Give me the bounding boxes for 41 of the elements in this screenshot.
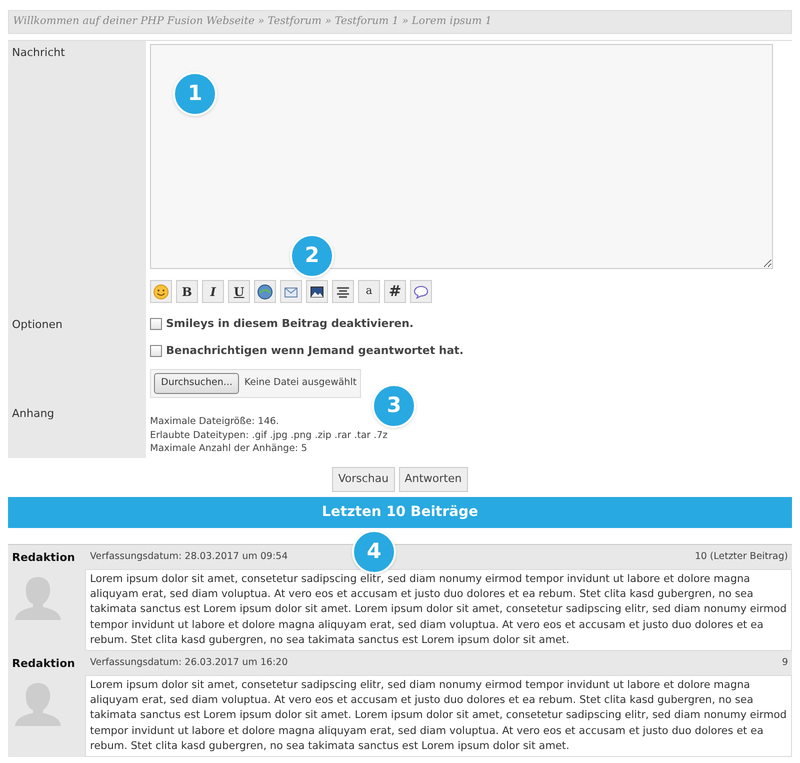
author-name[interactable]: Redaktion [12,550,85,566]
field-label: Anhang [12,406,54,422]
message-field[interactable] [150,44,773,269]
toolbar-button[interactable] [410,280,432,303]
toolbar-button[interactable]: B [176,280,198,303]
option-label: Benachrichtigen wenn Jemand geantwortet hat. [166,342,464,358]
toolbar-button[interactable] [306,280,328,303]
field-label: Optionen [12,317,62,333]
toolbar-button[interactable]: I [202,280,224,303]
number-marker: 4 [352,530,396,574]
post-date: Verfassungsdatum: 26.03.2017 um 16:20 [90,656,288,670]
file-input[interactable]: Durchsuchen... Keine Datei ausgewählt [150,369,361,398]
post-date: Verfassungsdatum: 28.03.2017 um 09:54 [90,550,288,564]
form-button[interactable]: Antworten [398,467,468,492]
toolbar-button[interactable]: # [384,280,406,303]
toolbar-button[interactable]: a [358,280,380,303]
option-label: Smileys in diesem Beitrag deaktivieren. [166,316,414,332]
toolbar-button[interactable] [150,280,172,303]
checkbox[interactable] [150,318,162,330]
author-name[interactable]: Redaktion [12,656,85,673]
post-number: 10 (Letzter Beitrag) [694,550,788,564]
globe-icon [257,284,273,300]
info-text: Maximale Anzahl der Anhänge: 5 [150,442,308,456]
number-marker: 3 [372,384,416,428]
form-button[interactable]: Vorschau [332,467,395,492]
file-status: Keine Datei ausgewählt [244,376,357,390]
post-number: 9 [782,656,788,670]
checkbox[interactable] [150,344,162,357]
speech-bubble-icon [413,284,429,300]
toolbar-button[interactable]: U [228,280,250,303]
browse-button[interactable]: Durchsuchen... [154,373,240,394]
smiley-icon [153,284,169,300]
image-icon [309,284,325,300]
toolbar-button[interactable] [332,280,354,303]
info-text: Erlaubte Dateitypen: .gif .jpg .png .zip .rar .tar .7z [150,428,389,442]
section-title: Letzten 10 Beiträge [322,503,478,522]
field-label: Nachricht [12,45,65,61]
info-text: Maximale Dateigröße: 146. [150,415,280,428]
post-body: Lorem ipsum dolor sit amet, consetetur sadipscing elitr, sed diam nonumy eirmod tempor invidunt ut labore et dolore magna aliquyam erat, sed diam voluptua. At vero eos et accusam et justo duo dolores et ea rebum. Stet clita kasd gubergren, no sea takimata sanctus est Lorem ipsum dolor sit amet. Lorem ipsum dolor sit amet, consetetur sadipscing elitr, sed diam nonumy eirmod tempor invidunt ut labore et dolore magna aliquyam erat, sed diam voluptua. At vero eos et accusam et justo duo dolores et ea rebum. Stet clita kasd gubergren, no sea takimata sanctus est Lorem ipsum dolor sit amet. [85,675,792,758]
toolbar-button[interactable] [254,280,276,303]
post-body: Lorem ipsum dolor sit amet, consetetur sadipscing elitr, sed diam nonumy eirmod tempor invidunt ut labore et dolore magna aliquyam erat, sed diam voluptua. At vero eos et accusam et justo duo dolores et ea rebum. Stet clita kasd gubergren, no sea takimata sanctus est Lorem ipsum dolor sit amet. Lorem ipsum dolor sit amet, consetetur sadipscing elitr, sed diam nonumy eirmod tempor invidunt ut labore et dolore magna aliquyam erat, sed diam voluptua. At vero eos et accusam et justo duo dolores et ea rebum. Stet clita kasd gubergren, no sea takimata sanctus est Lorem ipsum dolor sit amet. [85,569,792,652]
